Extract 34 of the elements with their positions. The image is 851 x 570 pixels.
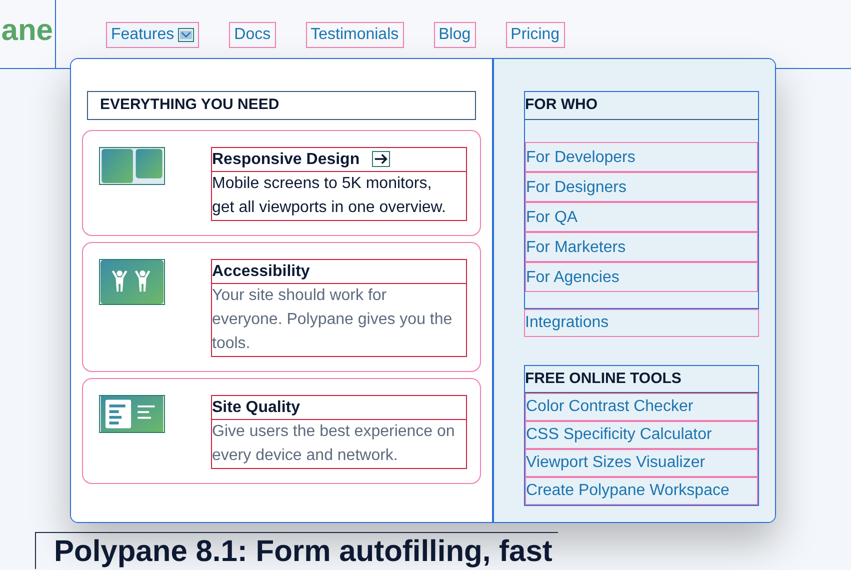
menu-link[interactable]: Viewport Sizes Visualizer [525,449,758,477]
menu-link[interactable]: Create Polypane Workspace [525,477,758,505]
nav-link[interactable]: Pricing [506,22,565,48]
menu-link[interactable]: CSS Specificity Calculator [525,421,758,449]
section-heading: EVERYTHING YOU NEED [87,91,476,120]
feature-title: Accessibility [212,262,310,282]
nav-link[interactable]: Docs [229,22,276,48]
chevron-down-icon [178,28,194,42]
section-heading: FREE ONLINE TOOLS [525,366,758,393]
feature-description: Give users the best experience on every device and network. [211,420,467,468]
feature-card[interactable]: Site Quality Give users the best experience on every device and network. [82,378,481,484]
nav-link[interactable]: Blog [434,22,476,48]
menu-link[interactable]: Color Contrast Checker [525,393,758,421]
feature-card[interactable]: Responsive Design Mobile screens to 5K monitors, get all viewports in one overview. [82,130,481,236]
feature-title: Responsive Design [212,150,360,170]
document-icon [99,394,165,432]
logo[interactable]: ane [1,16,53,46]
menu-link[interactable]: For Developers [525,142,758,172]
menu-link[interactable]: For Designers [525,172,758,202]
feature-card[interactable]: Accessibility Your site should work for everyone. Polypane gives you the tools. [82,242,481,372]
section-heading: FOR WHO [525,92,758,120]
arrow-right-icon [372,151,390,167]
viewports-icon [99,146,165,184]
nav-link[interactable]: Testimonials [306,22,404,48]
feature-description: Your site should work for everyone. Polypane gives you the tools. [211,284,467,356]
nav-link[interactable]: Features [106,22,200,48]
menu-link[interactable]: Integrations [524,308,759,336]
menu-link[interactable]: For Agencies [525,262,758,292]
menu-link[interactable]: For QA [525,202,758,232]
feature-title: Site Quality [212,398,300,418]
people-icon [99,258,165,304]
menu-link[interactable]: For Marketers [525,232,758,262]
page-headline: Polypane 8.1: Form autofilling, fast [35,532,558,569]
feature-description: Mobile screens to 5K monitors, get all viewports in one overview. [211,172,467,220]
